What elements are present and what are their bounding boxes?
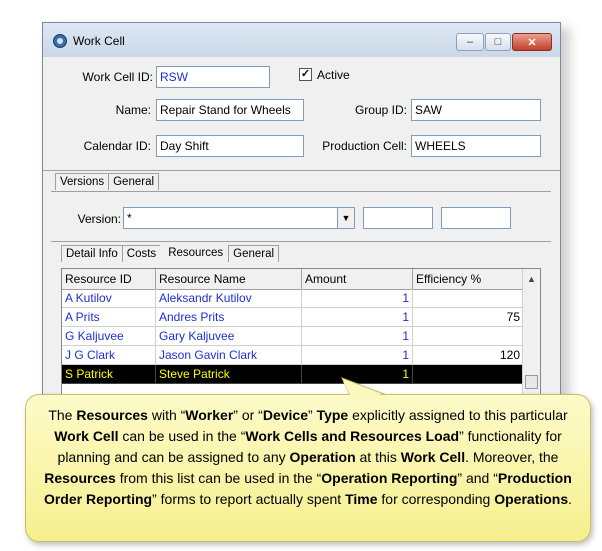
callout-segment: for corresponding xyxy=(377,491,495,507)
callout-emphasis: Resources xyxy=(76,407,148,423)
col-resource-name[interactable]: Resource Name xyxy=(156,269,302,289)
resources-grid[interactable]: Resource ID Resource Name Amount Efficie… xyxy=(61,268,541,400)
cell-efficiency xyxy=(413,327,524,346)
scroll-up-icon[interactable]: ▲ xyxy=(523,271,540,287)
callout-text: The Resources with “Worker” or “Device ” … xyxy=(38,405,578,510)
cell-resource-id: S Patrick xyxy=(62,365,156,384)
grid-header: Resource ID Resource Name Amount Efficie… xyxy=(62,269,540,290)
group-id-label: Group ID: xyxy=(354,103,407,117)
cell-amount: 1 xyxy=(302,327,413,346)
callout-emphasis: Resources xyxy=(44,470,116,486)
callout-emphasis: Worker xyxy=(185,407,234,423)
callout-segment: from this list can be used in the “ xyxy=(115,470,322,486)
callout-segment: ” or “ xyxy=(233,407,263,423)
inner-tab-strip: Detail Info Costs Resources General xyxy=(61,245,280,262)
callout-emphasis: Work Cell xyxy=(54,428,119,444)
version-panel-top xyxy=(51,191,551,192)
tabs-divider xyxy=(43,170,560,171)
close-button[interactable]: ✕ xyxy=(512,33,552,51)
tab-resources[interactable]: Resources xyxy=(160,245,230,262)
active-label: Active xyxy=(317,68,350,82)
cell-resource-name: Jason Gavin Clark xyxy=(156,346,302,365)
tab-general-detail[interactable]: General xyxy=(228,245,280,262)
cell-efficiency xyxy=(413,365,524,384)
cell-amount: 1 xyxy=(302,289,413,308)
window-title: Work Cell xyxy=(73,34,125,48)
callout-segment: ” xyxy=(308,407,317,423)
cell-resource-name: Aleksandr Kutilov xyxy=(156,289,302,308)
callout-segment: The xyxy=(48,407,77,423)
table-row-selected[interactable]: S Patrick Steve Patrick 1 xyxy=(62,365,524,384)
version-value: * xyxy=(127,211,132,225)
name-field[interactable]: Repair Stand for Wheels xyxy=(156,99,304,121)
calendar-id-label: Calendar ID: xyxy=(83,139,151,153)
cell-resource-id: A Kutilov xyxy=(62,289,156,308)
callout-segment: . Moreover, the xyxy=(465,449,559,465)
inner-tabs-divider-top xyxy=(51,241,551,242)
work-cell-id-label: Work Cell ID: xyxy=(82,70,153,84)
cell-resource-id: A Prits xyxy=(62,308,156,327)
calendar-id-field[interactable]: Day Shift xyxy=(156,135,304,157)
callout-segment: . xyxy=(568,491,573,507)
production-cell-field[interactable]: WHEELS xyxy=(411,135,541,157)
work-cell-id-field[interactable]: RSW xyxy=(156,66,270,88)
version-select[interactable]: * ▼ xyxy=(123,207,355,229)
info-callout: The Resources with “Worker” or “Device ” … xyxy=(25,394,591,542)
col-amount[interactable]: Amount xyxy=(302,269,413,289)
name-label: Name: xyxy=(115,103,151,117)
tab-detail-info[interactable]: Detail Info xyxy=(61,245,123,262)
work-cell-window: Work Cell – □ ✕ Work Cell ID: RSW ✓ Acti… xyxy=(42,22,561,420)
production-cell-label: Production Cell: xyxy=(322,139,407,153)
cell-resource-id: G Kaljuvee xyxy=(62,327,156,346)
callout-emphasis: Type xyxy=(316,407,349,423)
version-extra-field-1[interactable] xyxy=(363,207,433,229)
maximize-button[interactable]: □ xyxy=(485,33,511,51)
title-bar[interactable]: Work Cell – □ ✕ xyxy=(43,23,560,57)
callout-emphasis: Operation Reporting xyxy=(321,470,458,486)
col-resource-id[interactable]: Resource ID xyxy=(62,269,156,289)
callout-segment: at this xyxy=(355,449,401,465)
version-label: Version: xyxy=(77,212,121,226)
callout-segment: with “ xyxy=(147,407,186,423)
cell-amount: 1 xyxy=(302,346,413,365)
callout-emphasis: Work Cell xyxy=(400,449,466,465)
table-row[interactable]: G Kaljuvee Gary Kaljuvee 1 xyxy=(62,327,524,346)
cell-resource-id: J G Clark xyxy=(62,346,156,365)
callout-segment: explicitly assigned to this particular xyxy=(348,407,568,423)
group-id-field[interactable]: SAW xyxy=(411,99,541,121)
col-efficiency[interactable]: Efficiency % xyxy=(413,269,524,289)
version-extra-field-2[interactable] xyxy=(441,207,511,229)
grid-scrollbar[interactable]: ▲ xyxy=(522,269,540,399)
scroll-thumb[interactable] xyxy=(525,375,538,389)
table-row[interactable]: A Prits Andres Prits 1 75 xyxy=(62,308,524,327)
table-row[interactable]: A Kutilov Aleksandr Kutilov 1 xyxy=(62,289,524,308)
cell-efficiency xyxy=(413,289,524,308)
cell-resource-name: Steve Patrick xyxy=(156,365,302,384)
tab-costs[interactable]: Costs xyxy=(121,245,162,262)
cell-efficiency: 120 xyxy=(413,346,524,365)
callout-emphasis: Work Cells and Resources Load xyxy=(245,428,460,444)
callout-segment: ” forms to report actually spent xyxy=(152,491,346,507)
callout-emphasis: Operations xyxy=(494,491,569,507)
table-row[interactable]: J G Clark Jason Gavin Clark 1 120 xyxy=(62,346,524,365)
callout-emphasis: Operation xyxy=(289,449,356,465)
tab-versions[interactable]: Versions xyxy=(55,173,110,190)
tab-general[interactable]: General xyxy=(108,173,160,190)
cell-resource-name: Gary Kaljuvee xyxy=(156,327,302,346)
cell-amount: 1 xyxy=(302,365,413,384)
active-checkbox[interactable]: ✓ xyxy=(299,68,312,81)
chevron-down-icon[interactable]: ▼ xyxy=(337,208,354,228)
callout-segment: ” and “ xyxy=(457,470,498,486)
cell-efficiency: 75 xyxy=(413,308,524,327)
callout-segment: can be used in the “ xyxy=(118,428,246,444)
minimize-button[interactable]: – xyxy=(456,33,484,51)
callout-emphasis: Device xyxy=(262,407,308,423)
gear-icon xyxy=(53,34,67,48)
cell-amount: 1 xyxy=(302,308,413,327)
outer-tab-strip: Versions General xyxy=(55,173,160,190)
cell-resource-name: Andres Prits xyxy=(156,308,302,327)
callout-emphasis: Time xyxy=(345,491,378,507)
